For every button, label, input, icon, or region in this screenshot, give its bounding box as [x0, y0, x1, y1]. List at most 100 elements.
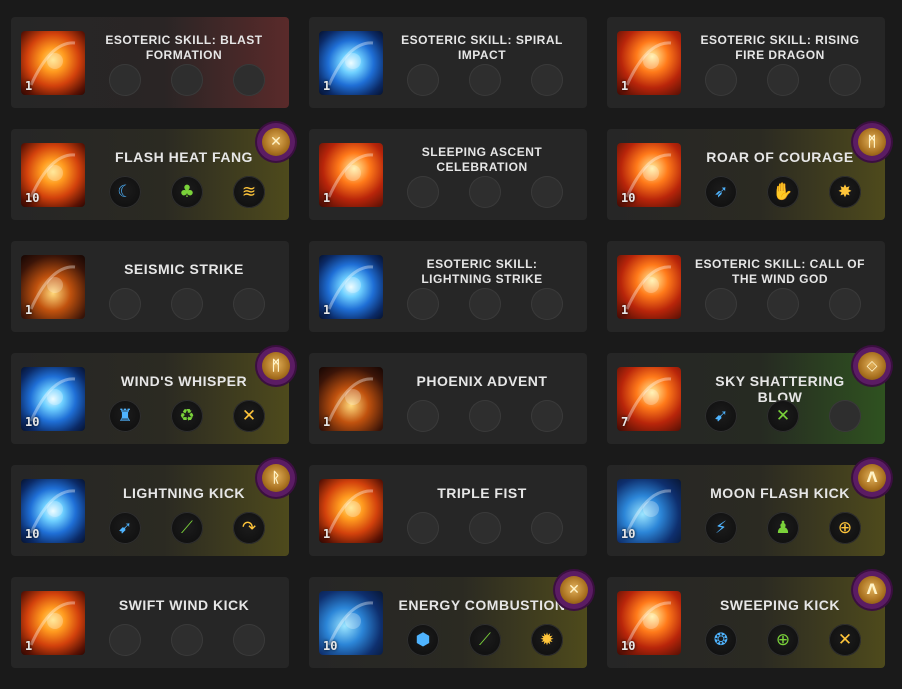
empty-gem-slot[interactable] — [233, 624, 265, 656]
empty-gem-slot[interactable] — [767, 64, 799, 96]
empty-gem-slot[interactable] — [767, 288, 799, 320]
rune-badge[interactable]: ᚱ — [257, 459, 295, 497]
rune-badge[interactable]: ✕ — [257, 123, 295, 161]
empty-gem-slot[interactable] — [469, 176, 501, 208]
empty-gem-slot[interactable] — [469, 512, 501, 544]
skill-card[interactable]: 7 SKY SHATTERING BLOW ➹ ✕ ◇ — [607, 347, 891, 444]
skill-card[interactable]: 1 ESOTERIC SKILL: LIGHTNING STRIKE — [309, 241, 587, 332]
empty-gem-slot[interactable] — [705, 64, 737, 96]
gem-slot[interactable]: ❂ — [705, 624, 737, 656]
gem-slot[interactable]: ⟋ — [171, 512, 203, 544]
empty-gem-slot[interactable] — [407, 288, 439, 320]
empty-gem-slot[interactable] — [109, 624, 141, 656]
empty-gem-slot[interactable] — [469, 400, 501, 432]
empty-gem-slot[interactable] — [109, 288, 141, 320]
skill-level: 1 — [323, 527, 331, 541]
skill-card[interactable]: 10 FLASH HEAT FANG ☾ ♣ ≋ ✕ — [11, 123, 295, 220]
gem-slot[interactable]: ✹ — [531, 624, 563, 656]
gem-slot[interactable]: ♜ — [109, 400, 141, 432]
skill-card[interactable]: 1 SWIFT WIND KICK — [11, 577, 289, 668]
gem-slot[interactable]: ✕ — [233, 400, 265, 432]
skill-title: MOON FLASH KICK — [710, 485, 850, 501]
skill-card[interactable]: 1 SLEEPING ASCENT CELEBRATION — [309, 129, 587, 220]
empty-gem-slot[interactable] — [531, 512, 563, 544]
rune-badge[interactable]: ᛗ — [257, 347, 295, 385]
skill-card[interactable]: 1 ESOTERIC SKILL: SPIRAL IMPACT — [309, 17, 587, 108]
empty-gem-slot[interactable] — [407, 64, 439, 96]
empty-gem-slot[interactable] — [407, 400, 439, 432]
gem-slot[interactable]: ♟ — [767, 512, 799, 544]
empty-gem-slot[interactable] — [407, 176, 439, 208]
skill-card[interactable]: 10 ENERGY COMBUSTION ⬢ ⟋ ✹ ✕ — [309, 571, 593, 668]
skill-card[interactable]: 10 MOON FLASH KICK ⚡ ♟ ⊕ ᐱ — [607, 459, 891, 556]
empty-gem-slot[interactable] — [829, 288, 861, 320]
empty-gem-slot[interactable] — [469, 288, 501, 320]
gem-slot[interactable]: ➶ — [705, 176, 737, 208]
empty-gem-slot[interactable] — [829, 400, 861, 432]
empty-gem-slot[interactable] — [531, 64, 563, 96]
gem-slot[interactable]: ✕ — [829, 624, 861, 656]
empty-gem-slot[interactable] — [531, 176, 563, 208]
skill-card[interactable]: 10 LIGHTNING KICK ➹ ⟋ ↷ ᚱ — [11, 459, 295, 556]
slash-icon: ⟋ — [479, 630, 491, 650]
crossed-blades-icon: ✕ — [241, 406, 257, 426]
gem-slot[interactable]: ⚡ — [705, 512, 737, 544]
gauntlet-icon: ♜ — [117, 406, 133, 426]
empty-gem-slot[interactable] — [705, 288, 737, 320]
empty-gem-slot[interactable] — [171, 288, 203, 320]
skill-title: LIGHTNING KICK — [122, 485, 246, 501]
gem-slot[interactable]: ↷ — [233, 512, 265, 544]
skill-card[interactable]: 1 ESOTERIC SKILL: RISING FIRE DRAGON — [607, 17, 885, 108]
gem-slot[interactable]: ♣ — [171, 176, 203, 208]
gem-slot[interactable]: ⬢ — [407, 624, 439, 656]
empty-gem-slot[interactable] — [469, 64, 501, 96]
skill-level: 10 — [621, 191, 636, 205]
gem-slot[interactable]: ✋ — [767, 176, 799, 208]
skill-title: PHOENIX ADVENT — [416, 373, 548, 389]
empty-gem-slot[interactable] — [531, 400, 563, 432]
gem-slot[interactable]: ➹ — [109, 512, 141, 544]
dash-icon: ➹ — [713, 406, 729, 426]
skill-card[interactable]: 10 WIND'S WHISPER ♜ ♻ ✕ ᛗ — [11, 347, 295, 444]
gem-slot[interactable]: ➹ — [705, 400, 737, 432]
gem-slot[interactable]: ⊕ — [829, 512, 861, 544]
skill-level: 1 — [25, 639, 33, 653]
empty-gem-slot[interactable] — [531, 288, 563, 320]
skill-card[interactable]: 10 SWEEPING KICK ❂ ⊕ ✕ ᐱ — [607, 571, 891, 668]
empty-gem-slot[interactable] — [407, 512, 439, 544]
gem-slot[interactable]: ✕ — [767, 400, 799, 432]
skill-grid: 1 ESOTERIC SKILL: BLAST FORMATION 1 ESOTERI… — [0, 0, 902, 689]
skill-card[interactable]: 1 SEISMIC STRIKE — [11, 241, 289, 332]
skill-level: 10 — [621, 639, 636, 653]
empty-gem-slot[interactable] — [171, 624, 203, 656]
skill-card[interactable]: 1 ESOTERIC SKILL: BLAST FORMATION — [11, 17, 289, 108]
skill-card[interactable]: 1 PHOENIX ADVENT — [309, 353, 587, 444]
target-icon: ⊕ — [775, 630, 791, 650]
gem-slot[interactable]: ✸ — [829, 176, 861, 208]
skill-title: SWEEPING KICK — [719, 597, 841, 613]
gem-slot[interactable]: ⊕ — [767, 624, 799, 656]
gem-slot[interactable]: ⟋ — [469, 624, 501, 656]
skill-card[interactable]: 1 TRIPLE FIST — [309, 465, 587, 556]
gem-slot[interactable]: ☾ — [109, 176, 141, 208]
rune-badge[interactable]: ◇ — [853, 347, 891, 385]
rune-icon: ◇ — [858, 352, 886, 380]
empty-gem-slot[interactable] — [233, 64, 265, 96]
rune-badge[interactable]: ᐱ — [853, 571, 891, 609]
empty-gem-slot[interactable] — [233, 288, 265, 320]
skill-card[interactable]: 1 ESOTERIC SKILL: CALL OF THE WIND GOD — [607, 241, 885, 332]
empty-gem-slot[interactable] — [171, 64, 203, 96]
gem-slot[interactable]: ♻ — [171, 400, 203, 432]
rune-icon: ✕ — [262, 128, 290, 156]
rune-badge[interactable]: ᛗ — [853, 123, 891, 161]
skill-title: ESOTERIC SKILL: LIGHTNING STRIKE — [421, 257, 543, 286]
empty-gem-slot[interactable] — [109, 64, 141, 96]
skill-card[interactable]: 10 ROAR OF COURAGE ➶ ✋ ✸ ᛗ — [607, 123, 891, 220]
skill-title: ESOTERIC SKILL: RISING FIRE DRAGON — [700, 33, 860, 62]
rune-badge[interactable]: ᐱ — [853, 459, 891, 497]
skill-level: 10 — [323, 639, 338, 653]
rune-badge[interactable]: ✕ — [555, 571, 593, 609]
empty-gem-slot[interactable] — [829, 64, 861, 96]
skill-level: 1 — [323, 303, 331, 317]
gem-slot[interactable]: ≋ — [233, 176, 265, 208]
